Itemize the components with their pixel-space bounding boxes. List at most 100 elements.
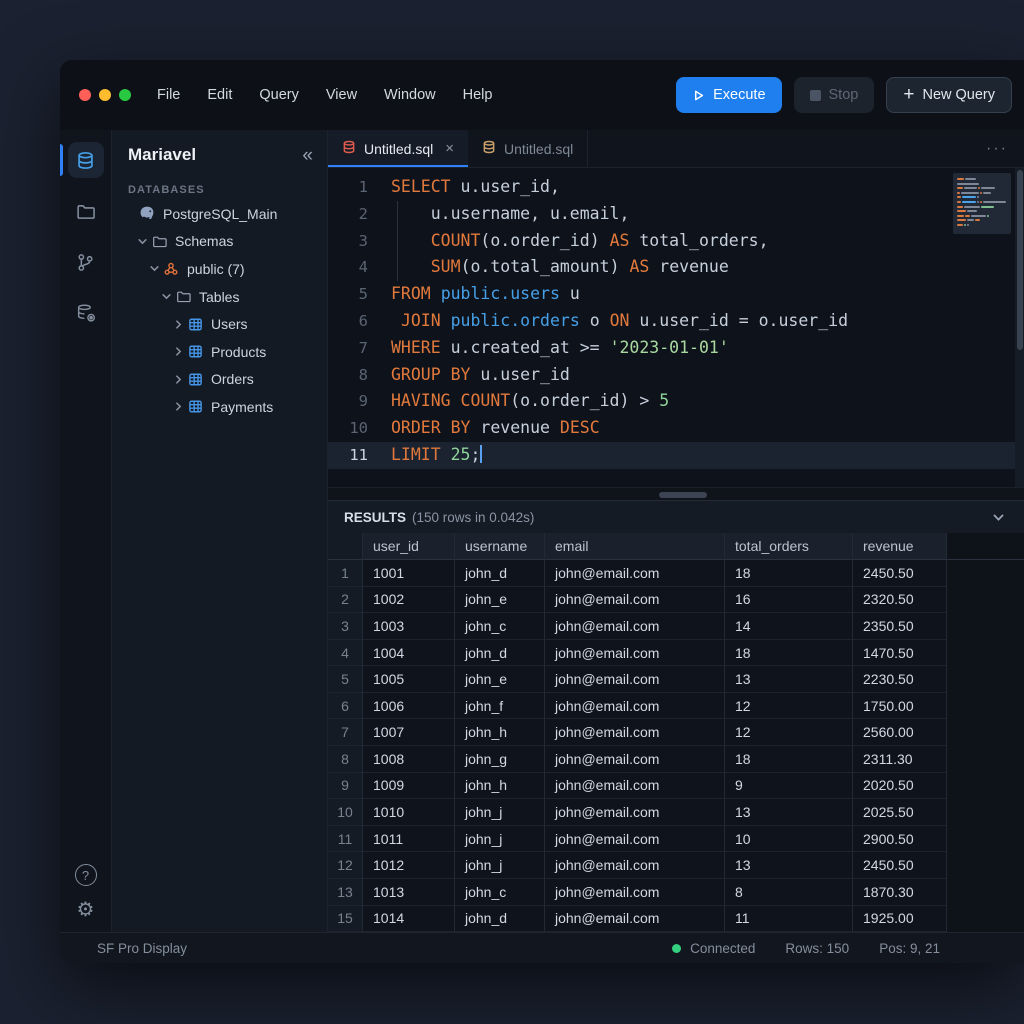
folder-icon — [150, 233, 168, 249]
cell-revenue: 2025.50 — [853, 799, 947, 826]
editor-line-1[interactable]: 1SELECT u.user_id, — [328, 174, 1024, 201]
column-header-total_orders[interactable]: total_orders — [725, 533, 853, 560]
tab-label: Untitled.sql — [364, 141, 433, 157]
cell-revenue: 1470.50 — [853, 640, 947, 667]
connection-status: Connected — [672, 941, 755, 956]
tree-item-payments[interactable]: Payments — [112, 393, 327, 421]
table-row[interactable]: 31003john_cjohn@email.com142350.50 — [328, 613, 1024, 640]
execute-button[interactable]: Execute — [676, 77, 781, 113]
menu-item-edit[interactable]: Edit — [207, 87, 232, 103]
minimize-window-button[interactable] — [99, 89, 111, 101]
editor-line-11[interactable]: 11LIMIT 25; — [328, 442, 1024, 469]
table-row[interactable]: 131013john_cjohn@email.com81870.30 — [328, 879, 1024, 906]
maximize-window-button[interactable] — [119, 89, 131, 101]
tree-item-orders[interactable]: Orders — [112, 366, 327, 394]
table-row[interactable]: 101010john_jjohn@email.com132025.50 — [328, 799, 1024, 826]
editor-scrollbar[interactable] — [1015, 168, 1024, 487]
table-row[interactable]: 121012john_jjohn@email.com132450.50 — [328, 852, 1024, 879]
help-icon[interactable]: ? — [75, 864, 97, 886]
table-row[interactable]: 81008john_gjohn@email.com182311.30 — [328, 746, 1024, 773]
editor-line-3[interactable]: 3 COUNT(o.order_id) AS total_orders, — [328, 228, 1024, 255]
files-nav-button[interactable] — [68, 193, 104, 229]
code-text: WHERE u.created_at >= '2023-01-01' — [368, 335, 729, 362]
editor-line-5[interactable]: 5FROM public.users u — [328, 281, 1024, 308]
cell-total_orders: 13 — [725, 852, 853, 879]
editor-line-10[interactable]: 10ORDER BY revenue DESC — [328, 415, 1024, 442]
export-nav-button[interactable] — [68, 295, 104, 331]
table-row[interactable]: 71007john_hjohn@email.com122560.00 — [328, 719, 1024, 746]
table-row[interactable]: 21002john_ejohn@email.com162320.50 — [328, 587, 1024, 614]
chevron-down-icon[interactable] — [146, 262, 162, 276]
sidebar-panel: Mariavel « DATABASES PostgreSQL_MainSche… — [112, 130, 328, 932]
tree-item-public-7[interactable]: public (7) — [112, 255, 327, 283]
table-row[interactable]: 151014john_djohn@email.com111925.00 — [328, 906, 1024, 933]
cell-email: john@email.com — [545, 799, 725, 826]
cell-email: john@email.com — [545, 587, 725, 614]
chevron-down-icon[interactable] — [134, 234, 150, 248]
table-icon — [186, 344, 204, 360]
chevron-right-icon[interactable] — [170, 317, 186, 331]
sql-editor[interactable]: 1SELECT u.user_id,2 u.username, u.email,… — [328, 168, 1024, 487]
line-number: 1 — [328, 174, 368, 201]
editor-line-9[interactable]: 9HAVING COUNT(o.order_id) > 5 — [328, 388, 1024, 415]
cell-email: john@email.com — [545, 746, 725, 773]
table-row[interactable]: 91009john_hjohn@email.com92020.50 — [328, 773, 1024, 800]
status-left-text: SF Pro Display — [97, 941, 187, 956]
stop-button[interactable]: Stop — [794, 77, 875, 113]
cell-email: john@email.com — [545, 852, 725, 879]
tree-item-label: Schemas — [175, 233, 233, 249]
cell-email: john@email.com — [545, 773, 725, 800]
close-tab-icon[interactable]: × — [445, 140, 454, 157]
menu-item-view[interactable]: View — [326, 87, 357, 103]
editor-line-4[interactable]: 4 SUM(o.total_amount) AS revenue — [328, 254, 1024, 281]
tab-overflow-icon[interactable]: ··· — [970, 140, 1024, 158]
cell-revenue: 2450.50 — [853, 852, 947, 879]
resize-handle[interactable] — [659, 492, 707, 498]
cell-username: john_j — [455, 852, 545, 879]
close-window-button[interactable] — [79, 89, 91, 101]
grid-filler — [947, 719, 1024, 746]
editor-line-8[interactable]: 8GROUP BY u.user_id — [328, 362, 1024, 389]
table-row[interactable]: 11001john_djohn@email.com182450.50 — [328, 560, 1024, 587]
cell-total_orders: 10 — [725, 826, 853, 853]
editor-line-6[interactable]: 6 JOIN public.orders o ON u.user_id = o.… — [328, 308, 1024, 335]
tab-1-active[interactable]: Untitled.sql × — [328, 130, 468, 167]
chevron-right-icon[interactable] — [170, 345, 186, 359]
column-header-revenue[interactable]: revenue — [853, 533, 947, 560]
help-glyph: ? — [82, 868, 89, 883]
chevron-right-icon[interactable] — [170, 400, 186, 414]
chevron-down-icon[interactable] — [158, 290, 174, 304]
chevron-right-icon[interactable] — [170, 372, 186, 386]
collapse-sidebar-icon[interactable]: « — [302, 146, 313, 165]
grid-filler — [947, 533, 1024, 560]
menu-item-query[interactable]: Query — [259, 87, 299, 103]
table-row[interactable]: 111011john_jjohn@email.com102900.50 — [328, 826, 1024, 853]
tree-item-users[interactable]: Users — [112, 310, 327, 338]
new-query-button[interactable]: + New Query — [886, 77, 1012, 113]
table-row[interactable]: 41004john_djohn@email.com181470.50 — [328, 640, 1024, 667]
tree-item-postgresql-main[interactable]: PostgreSQL_Main — [112, 200, 327, 228]
tab-2[interactable]: Untitled.sql — [468, 130, 588, 167]
editor-line-7[interactable]: 7WHERE u.created_at >= '2023-01-01' — [328, 335, 1024, 362]
tree-item-products[interactable]: Products — [112, 338, 327, 366]
scrollbar-thumb[interactable] — [1017, 170, 1023, 350]
table-row[interactable]: 61006john_fjohn@email.com121750.00 — [328, 693, 1024, 720]
column-header-username[interactable]: username — [455, 533, 545, 560]
collapse-results-icon[interactable] — [991, 510, 1006, 525]
table-row[interactable]: 51005john_ejohn@email.com132230.50 — [328, 666, 1024, 693]
grid-filler — [947, 587, 1024, 614]
cell-user_id: 1003 — [363, 613, 455, 640]
menu-item-help[interactable]: Help — [463, 87, 493, 103]
minimap[interactable] — [953, 173, 1011, 234]
menu-item-file[interactable]: File — [157, 87, 180, 103]
version-control-nav-button[interactable] — [68, 244, 104, 280]
database-nav-button[interactable] — [68, 142, 104, 178]
cell-email: john@email.com — [545, 613, 725, 640]
column-header-email[interactable]: email — [545, 533, 725, 560]
tree-item-tables[interactable]: Tables — [112, 283, 327, 311]
menu-item-window[interactable]: Window — [384, 87, 436, 103]
column-header-user_id[interactable]: user_id — [363, 533, 455, 560]
editor-line-2[interactable]: 2 u.username, u.email, — [328, 201, 1024, 228]
tree-item-schemas[interactable]: Schemas — [112, 228, 327, 256]
settings-gear-icon[interactable]: ⚙ — [77, 900, 95, 920]
